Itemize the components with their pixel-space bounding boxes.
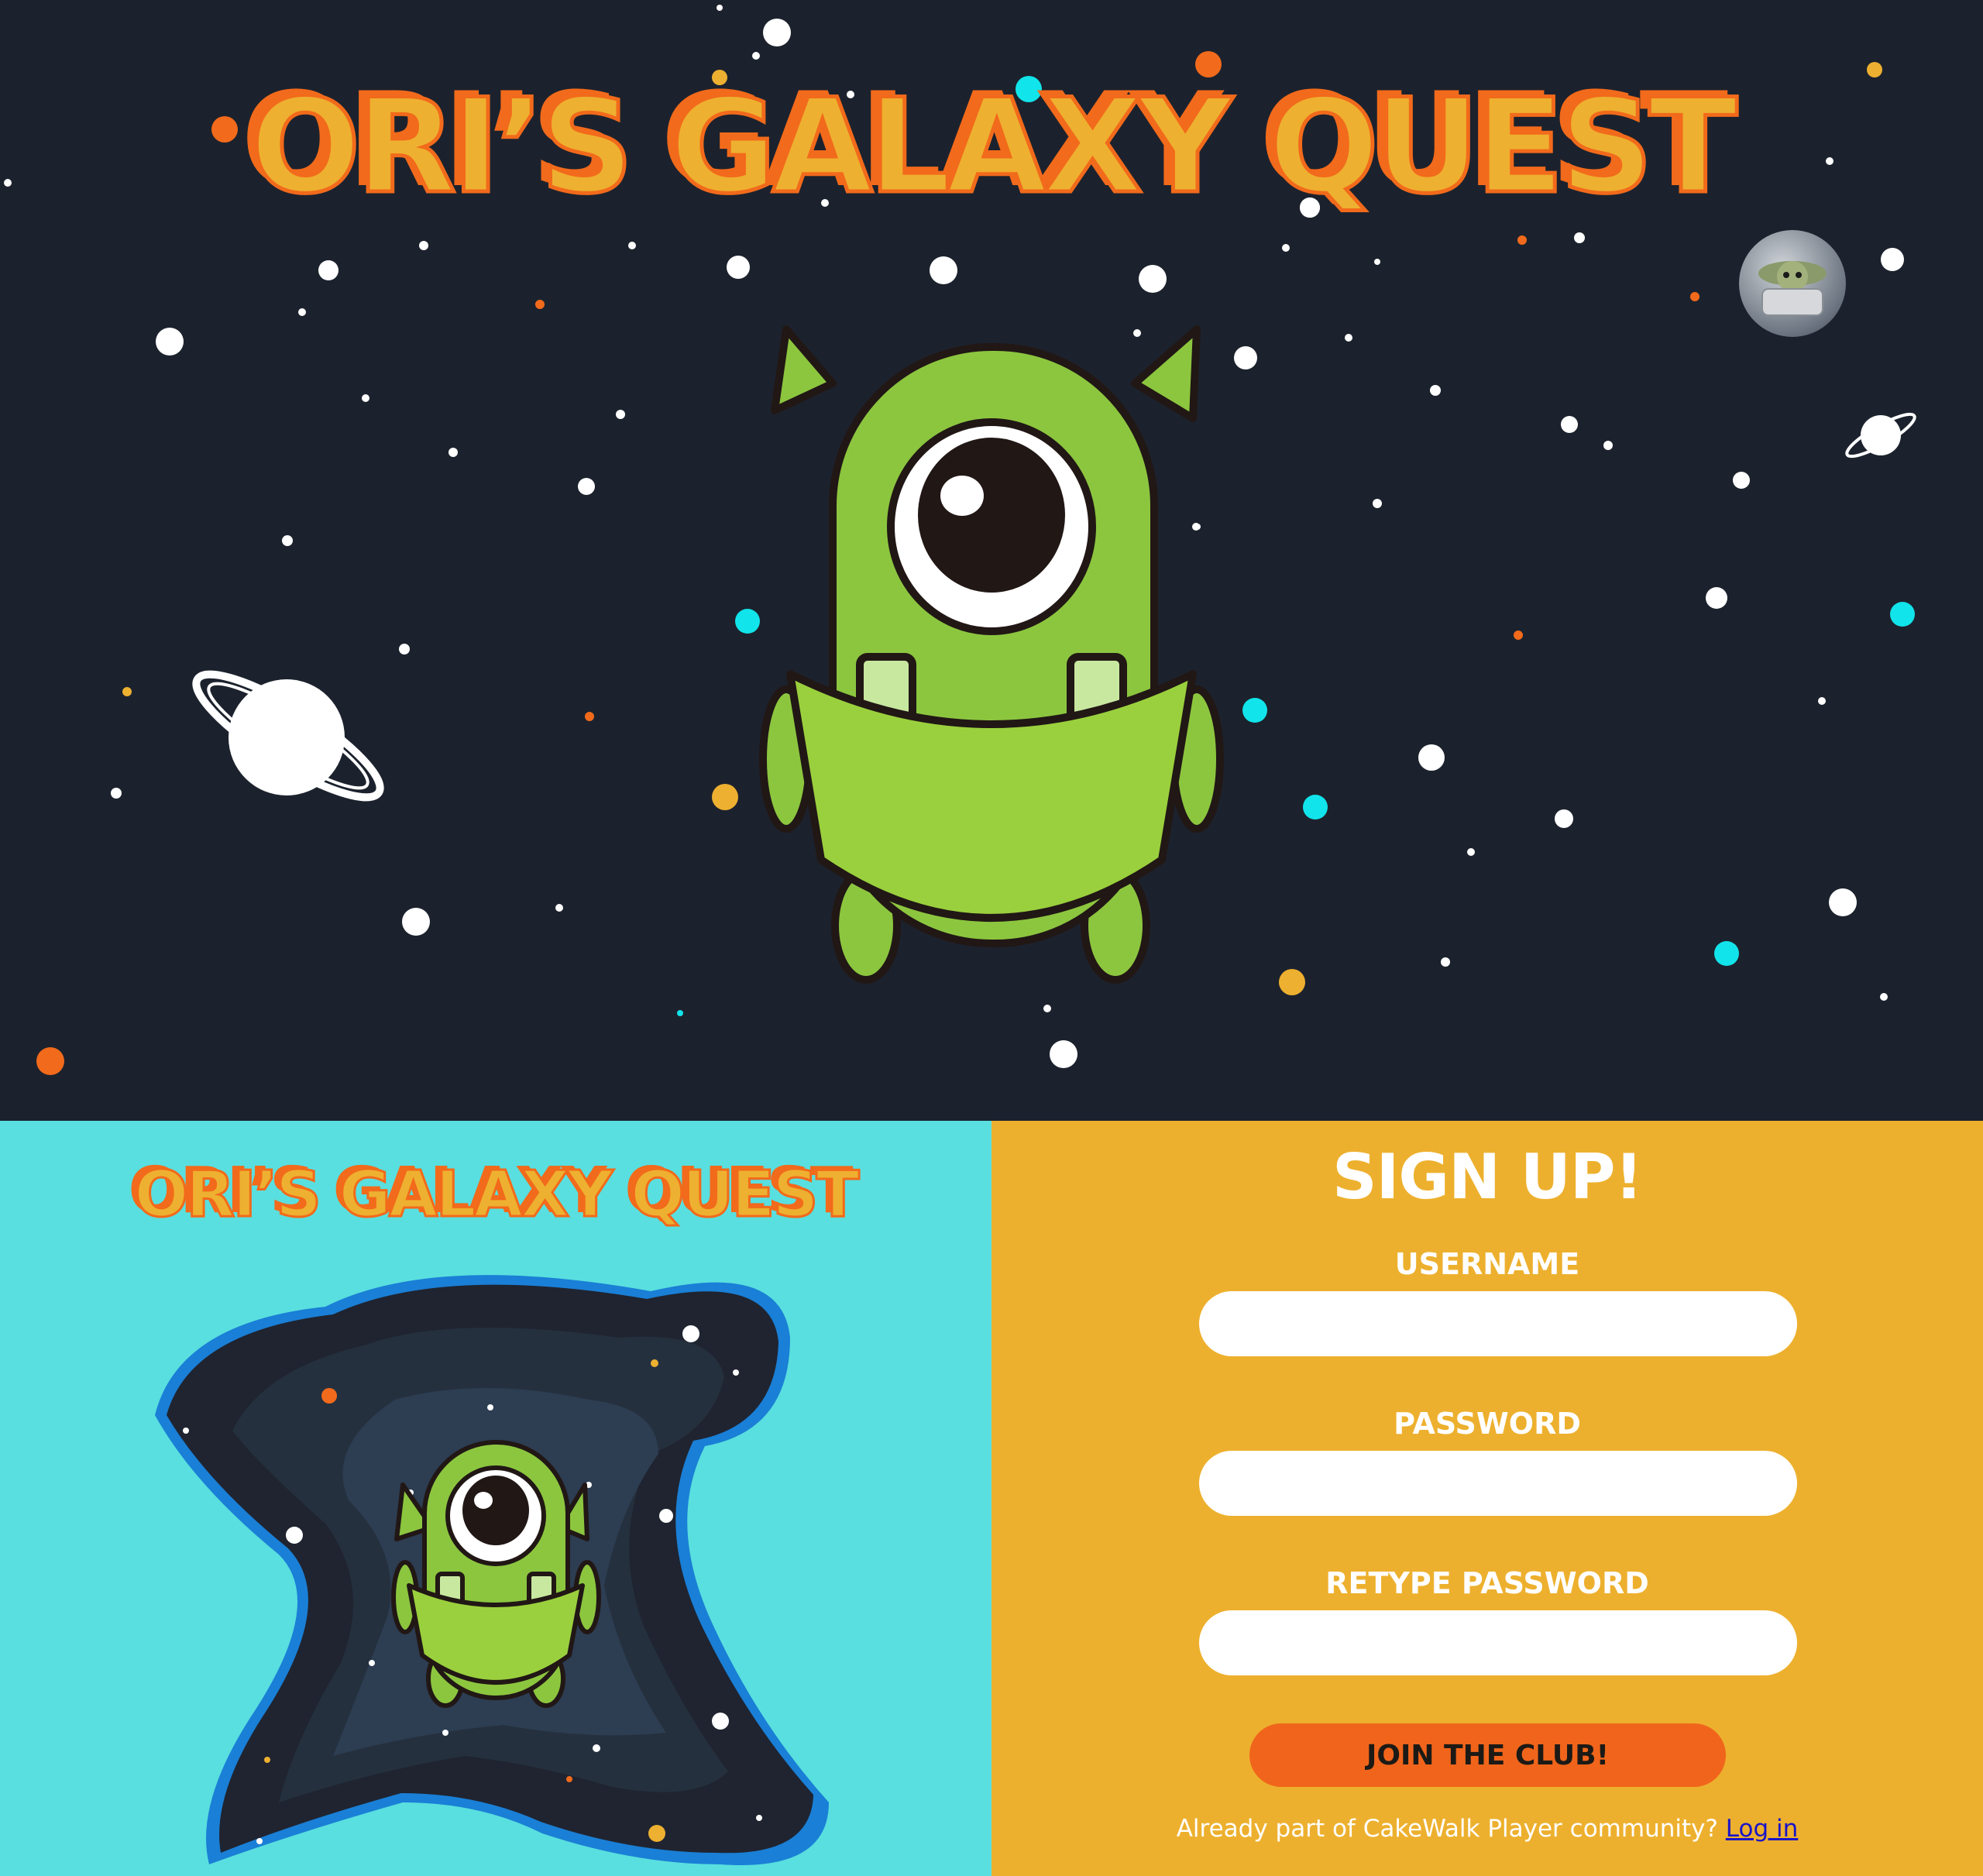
hero-section: ORI’S GALAXY QUEST: [0, 0, 1983, 1121]
username-label: USERNAME: [1394, 1247, 1580, 1281]
baby-alien-icon: [1758, 261, 1827, 316]
small-planet: [1845, 412, 1916, 459]
login-prompt-text: Already part of CakeWalk Player communit…: [1176, 1815, 1718, 1843]
alien-mascot: [759, 325, 1224, 984]
galaxy-illustration-icon: [155, 1275, 829, 1865]
retype-password-input[interactable]: [1199, 1610, 1797, 1675]
hero-title: ORI’S GALAXY QUEST: [248, 70, 1739, 222]
signup-panel: SIGN UP! USERNAME PASSWORD RETYPE PASSWO…: [992, 1121, 1983, 1876]
password-input[interactable]: [1199, 1451, 1797, 1516]
retype-password-label: RETYPE PASSWORD: [1325, 1566, 1649, 1600]
login-prompt: Already part of CakeWalk Player communit…: [992, 1815, 1983, 1843]
signup-title: SIGN UP!: [1332, 1141, 1643, 1213]
join-club-button[interactable]: JOIN THE CLUB!: [1249, 1723, 1726, 1787]
avatar[interactable]: [1739, 230, 1846, 337]
username-input[interactable]: [1199, 1291, 1797, 1356]
password-label: PASSWORD: [1394, 1407, 1581, 1441]
login-link[interactable]: Log in: [1726, 1815, 1798, 1843]
saturn-planet: [192, 670, 384, 802]
brand-panel: ORI’S GALAXY QUEST: [0, 1121, 992, 1876]
